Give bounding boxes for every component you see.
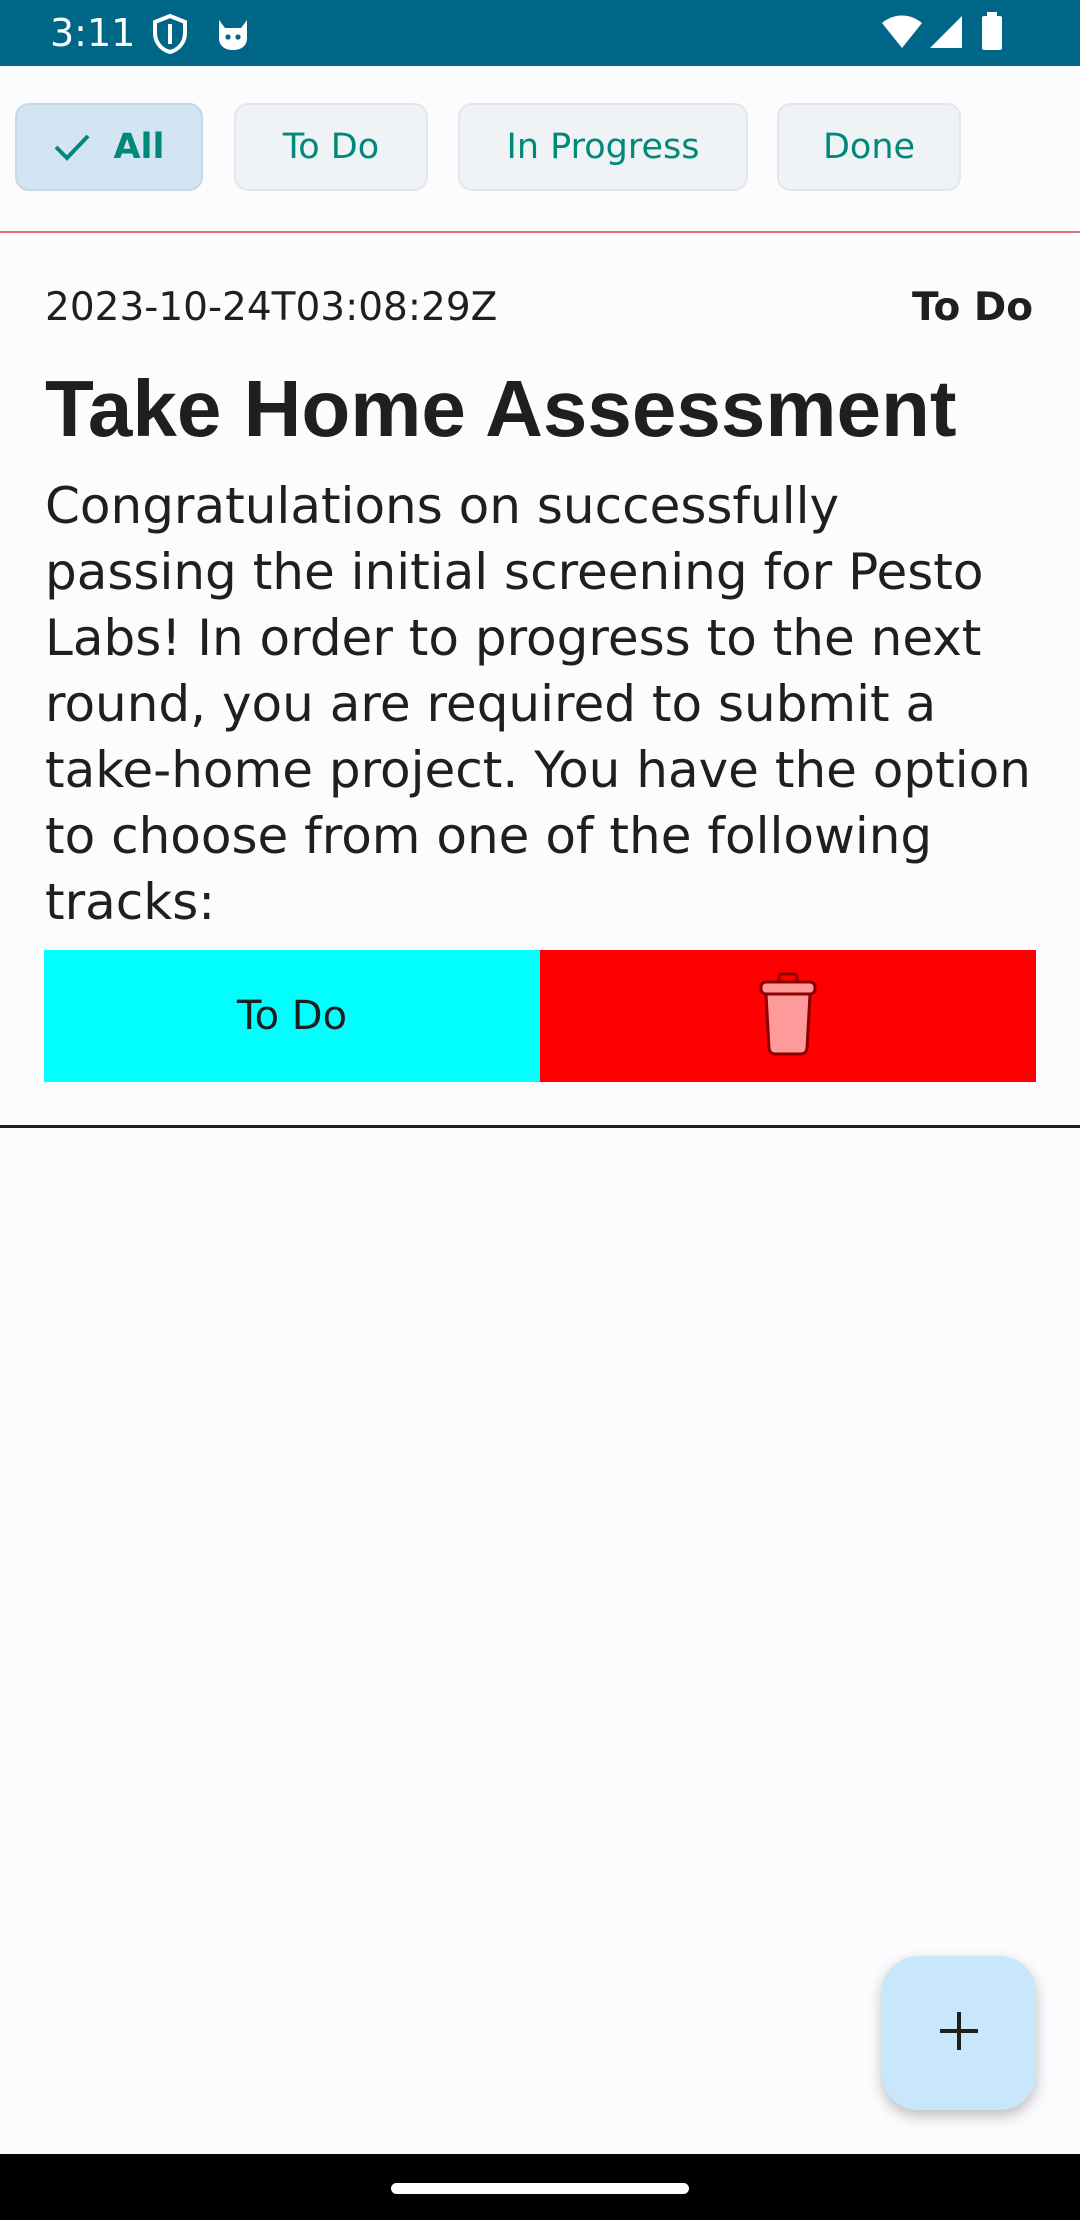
task-title: Take Home Assessment bbox=[45, 364, 957, 453]
filter-chip-label: In Progress bbox=[506, 127, 700, 167]
filter-chip-in-progress[interactable]: In Progress bbox=[458, 103, 748, 191]
card-divider bbox=[0, 1125, 1080, 1128]
battery-icon bbox=[980, 12, 1004, 57]
signal-icon bbox=[928, 14, 964, 55]
task-status: To Do bbox=[912, 285, 1033, 330]
filter-chip-done[interactable]: Done bbox=[777, 103, 961, 191]
task-date: 2023-10-24T03:08:29Z bbox=[45, 285, 498, 330]
trash-icon bbox=[758, 972, 818, 1061]
task-description: Congratulations on successfully passing … bbox=[45, 477, 1031, 931]
check-icon bbox=[53, 132, 91, 162]
status-bar: 3:11 bbox=[0, 0, 1080, 66]
filter-chip-row: All To Do In Progress Done bbox=[0, 66, 1080, 232]
home-indicator[interactable] bbox=[391, 2183, 689, 2194]
add-task-button[interactable] bbox=[882, 1956, 1036, 2110]
filter-chip-label: All bbox=[113, 127, 165, 167]
status-time: 3:11 bbox=[50, 11, 136, 55]
plus-icon bbox=[937, 2009, 981, 2058]
delete-button[interactable] bbox=[540, 950, 1036, 1082]
filter-chip-label: To Do bbox=[282, 127, 380, 167]
filter-chip-all[interactable]: All bbox=[15, 103, 203, 191]
filter-chip-todo[interactable]: To Do bbox=[234, 103, 428, 191]
cat-icon bbox=[214, 16, 252, 57]
change-status-button[interactable]: To Do bbox=[44, 950, 540, 1082]
shield-icon bbox=[152, 13, 188, 59]
filter-chip-label: Done bbox=[822, 127, 916, 167]
wifi-icon bbox=[880, 14, 924, 55]
task-card[interactable]: 2023-10-24T03:08:29Z To Do Take Home Ass… bbox=[0, 233, 1080, 1125]
